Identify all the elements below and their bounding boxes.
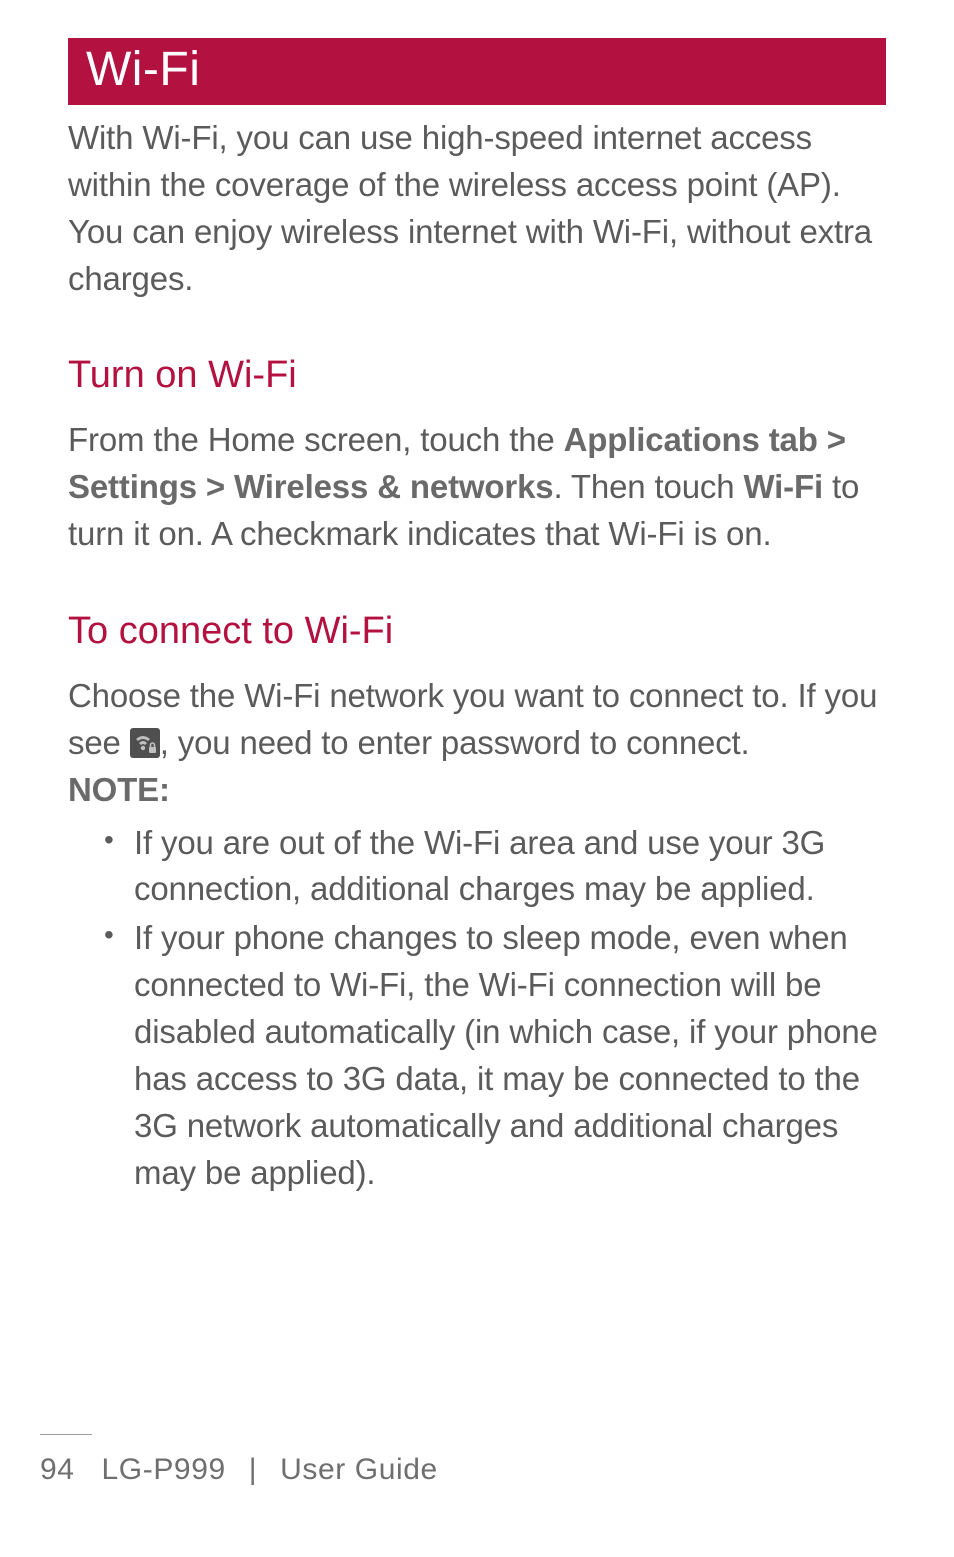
turn-on-paragraph: From the Home screen, touch the Applicat… (68, 417, 886, 558)
footer-divider: | (249, 1453, 257, 1486)
bold-wifi: Wi-Fi (743, 468, 823, 505)
text-fragment: . Then touch (553, 468, 743, 505)
list-item: If your phone changes to sleep mode, eve… (134, 915, 886, 1196)
title-bar: Wi-Fi (68, 38, 886, 105)
footer-guide-label: User Guide (280, 1453, 438, 1486)
title-bar-text: Wi-Fi (86, 43, 200, 96)
section-heading-connect: To connect to Wi-Fi (68, 610, 886, 653)
text-fragment: , you need to enter password to connect. (160, 724, 750, 761)
connect-paragraph: Choose the Wi-Fi network you want to con… (68, 673, 886, 814)
notes-list: If you are out of the Wi-Fi area and use… (68, 820, 886, 1197)
page-number: 94 (40, 1453, 75, 1487)
list-item: If you are out of the Wi-Fi area and use… (134, 820, 886, 914)
document-page: Wi-Fi With Wi-Fi, you can use high-speed… (0, 0, 954, 1196)
note-label: NOTE: (68, 767, 886, 814)
page-footer: 94 LG-P999 | User Guide (0, 1434, 954, 1487)
footer-text: 94 LG-P999 | User Guide (40, 1453, 954, 1487)
footer-rule (40, 1434, 92, 1435)
section-heading-turn-on: Turn on Wi-Fi (68, 354, 886, 397)
intro-paragraph: With Wi-Fi, you can use high-speed inter… (68, 115, 886, 302)
wifi-lock-icon (130, 728, 160, 758)
footer-model: LG-P999 (102, 1453, 226, 1486)
text-fragment: From the Home screen, touch the (68, 421, 564, 458)
